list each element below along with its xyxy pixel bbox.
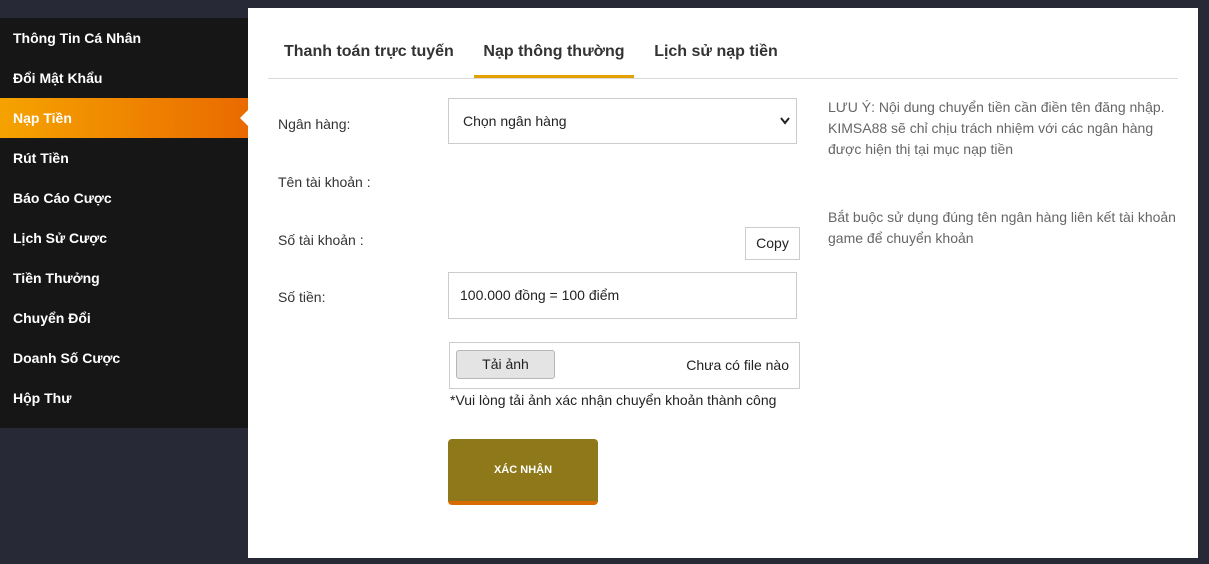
sidebar-item-label: Nạp Tiền xyxy=(13,110,72,126)
sidebar-item-bet-report[interactable]: Báo Cáo Cược xyxy=(0,178,248,218)
sidebar-item-label: Hộp Thư xyxy=(13,390,72,406)
bank-label: Ngân hàng: xyxy=(278,116,351,132)
upload-hint: *Vui lòng tải ảnh xác nhận chuyển khoản … xyxy=(450,392,777,408)
sidebar-item-label: Báo Cáo Cược xyxy=(13,190,112,206)
sidebar-item-personal-info[interactable]: Thông Tin Cá Nhân xyxy=(0,18,248,58)
sidebar-item-label: Đổi Mật Khẩu xyxy=(13,70,103,86)
sidebar-item-deposit[interactable]: Nạp Tiền xyxy=(0,98,248,138)
deposit-panel: Thanh toán trực tuyến Nạp thông thường L… xyxy=(248,8,1198,558)
sidebar: Thông Tin Cá Nhân Đổi Mật Khẩu Nạp Tiền … xyxy=(0,18,248,428)
chevron-down-icon xyxy=(780,99,790,161)
account-name-label: Tên tài khoản : xyxy=(278,174,371,190)
copy-button[interactable]: Copy xyxy=(745,227,800,260)
tab-online-payment[interactable]: Thanh toán trực tuyến xyxy=(284,8,454,77)
sidebar-item-inbox[interactable]: Hộp Thư xyxy=(0,378,248,418)
tab-deposit-history[interactable]: Lịch sử nạp tiền xyxy=(654,8,778,77)
sidebar-item-bonus[interactable]: Tiền Thưởng xyxy=(0,258,248,298)
sidebar-item-label: Thông Tin Cá Nhân xyxy=(13,30,142,46)
upload-image-button[interactable]: Tải ảnh xyxy=(456,350,555,379)
note-text: LƯU Ý: Nội dung chuyển tiền cần điền tên… xyxy=(828,99,1165,157)
sidebar-item-bet-history[interactable]: Lịch Sử Cược xyxy=(0,218,248,258)
bank-select-value: Chọn ngân hàng xyxy=(463,113,567,129)
sidebar-item-label: Tiền Thưởng xyxy=(13,270,100,286)
tab-regular-deposit[interactable]: Nạp thông thường xyxy=(474,8,634,78)
sidebar-item-bet-turnover[interactable]: Doanh Số Cược xyxy=(0,338,248,378)
amount-field[interactable]: 100.000 đồng = 100 điểm xyxy=(448,272,797,319)
file-status: Chưa có file nào xyxy=(686,357,789,373)
sidebar-item-label: Chuyển Đổi xyxy=(13,310,91,326)
account-number-label: Số tài khoản : xyxy=(278,232,364,248)
sidebar-item-transfer[interactable]: Chuyển Đổi xyxy=(0,298,248,338)
sidebar-item-change-password[interactable]: Đổi Mật Khẩu xyxy=(0,58,248,98)
confirm-button[interactable]: XÁC NHẬN xyxy=(448,439,598,505)
sidebar-item-label: Rút Tiền xyxy=(13,150,69,166)
sidebar-item-label: Doanh Số Cược xyxy=(13,350,121,366)
tab-bar: Thanh toán trực tuyến Nạp thông thường L… xyxy=(268,8,1178,79)
note-text-2: Bắt buộc sử dụng đúng tên ngân hàng liên… xyxy=(828,209,1176,246)
amount-label: Số tiền: xyxy=(278,289,326,305)
file-upload[interactable]: Tải ảnh Chưa có file nào xyxy=(449,342,800,389)
sidebar-item-label: Lịch Sử Cược xyxy=(13,230,108,246)
sidebar-item-withdraw[interactable]: Rút Tiền xyxy=(0,138,248,178)
bank-select[interactable]: Chọn ngân hàng xyxy=(448,98,797,144)
